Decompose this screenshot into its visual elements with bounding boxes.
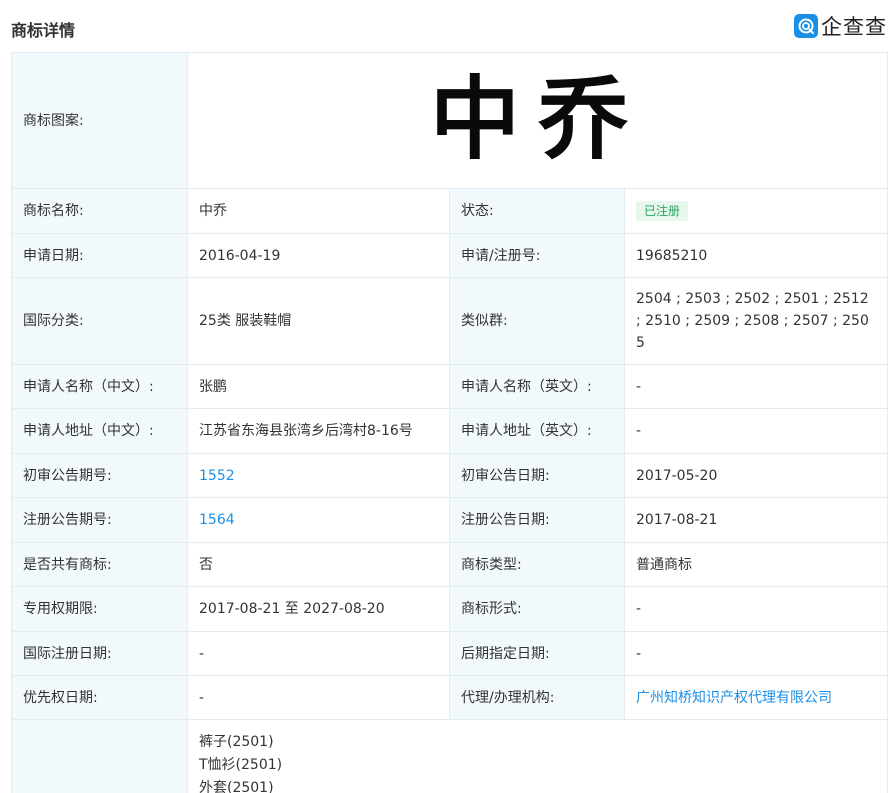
value-similar-group: 2504 ; 2503 ; 2502 ; 2501 ; 2512 ; 2510 … (623, 277, 889, 365)
table-row: 初审公告期号: 1552 初审公告日期: 2017-05-20 (11, 453, 889, 498)
label-shared: 是否共有商标: (11, 542, 188, 587)
table-row: 是否共有商标: 否 商标类型: 普通商标 (11, 542, 889, 587)
label-intl-reg-date: 国际注册日期: (11, 631, 188, 676)
label-applicant-cn: 申请人名称（中文）: (11, 364, 188, 409)
label-goods (11, 719, 188, 793)
table-row: 商标名称: 中乔 状态: 已注册 (11, 188, 889, 234)
prelim-issue-link[interactable]: 1552 (199, 468, 235, 484)
value-apply-date: 2016-04-19 (187, 233, 450, 278)
value-later-designation: - (623, 631, 889, 676)
label-prelim-issue: 初审公告期号: (11, 453, 188, 498)
label-later-designation: 后期指定日期: (449, 631, 625, 676)
value-prelim-issue: 1552 (187, 453, 450, 498)
header: 商标详情 企查查 (0, 0, 893, 52)
table-row: 申请日期: 2016-04-19 申请/注册号: 19685210 (11, 233, 889, 278)
value-intl-reg-date: - (187, 631, 450, 676)
value-applicant-en: - (623, 364, 889, 409)
section-title: 商标详情 (11, 21, 76, 40)
label-intl-class: 国际分类: (11, 277, 188, 365)
list-item: 裤子(2501) (199, 734, 274, 750)
value-address-en: - (623, 408, 889, 454)
value-name: 中乔 (187, 188, 450, 234)
table-row: 国际注册日期: - 后期指定日期: - (11, 631, 889, 676)
value-status: 已注册 (623, 188, 889, 234)
table-row: 专用权期限: 2017-08-21 至 2027-08-20 商标形式: - (11, 586, 889, 632)
label-apply-date: 申请日期: (11, 233, 188, 278)
value-prelim-date: 2017-05-20 (623, 453, 889, 498)
table-row: 优先权日期: - 代理/办理机构: 广州知桥知识产权代理有限公司 (11, 675, 889, 720)
brand-name: 企查查 (821, 15, 887, 39)
value-applicant-cn: 张鹏 (187, 364, 450, 409)
trademark-calligraphy-image: 中乔 (430, 66, 646, 172)
value-trademark-image: 中乔 (186, 52, 889, 189)
qichacha-logo-icon (794, 14, 818, 38)
brand-logo[interactable]: 企查查 (794, 12, 887, 40)
table-row: 国际分类: 25类 服装鞋帽 类似群: 2504 ; 2503 ; 2502 ;… (11, 277, 889, 365)
label-tm-type: 商标类型: (449, 542, 625, 587)
value-intl-class: 25类 服装鞋帽 (187, 277, 450, 365)
value-tm-form: - (623, 586, 889, 632)
table-row: 申请人地址（中文）: 江苏省东海县张湾乡后湾村8-16号 申请人地址（英文）: … (11, 408, 889, 454)
table-row: 注册公告期号: 1564 注册公告日期: 2017-08-21 (11, 497, 889, 543)
value-goods: 裤子(2501) T恤衫(2501) 外套(2501) (186, 719, 889, 793)
label-reg-no: 申请/注册号: (449, 233, 625, 278)
table-row: 申请人名称（中文）: 张鹏 申请人名称（英文）: - (11, 364, 889, 409)
value-priority-date: - (187, 675, 450, 720)
trademark-detail-table: 商标图案: 中乔 商标名称: 中乔 状态: 已注册 申请日期: 2016-04-… (11, 52, 889, 793)
label-tm-form: 商标形式: (449, 586, 625, 632)
value-shared: 否 (187, 542, 450, 587)
label-prelim-date: 初审公告日期: (449, 453, 625, 498)
value-reg-no: 19685210 (623, 233, 889, 278)
row-goods: 裤子(2501) T恤衫(2501) 外套(2501) (11, 719, 889, 793)
value-address-cn: 江苏省东海县张湾乡后湾村8-16号 (187, 408, 450, 454)
label-exclusive-period: 专用权期限: (11, 586, 188, 632)
row-trademark-image: 商标图案: 中乔 (11, 52, 889, 189)
trademark-image: 中乔 (199, 53, 876, 188)
label-applicant-en: 申请人名称（英文）: (449, 364, 625, 409)
list-item: T恤衫(2501) (199, 757, 283, 773)
value-tm-type: 普通商标 (623, 542, 889, 587)
label-similar-group: 类似群: (449, 277, 625, 365)
goods-list: 裤子(2501) T恤衫(2501) 外套(2501) (199, 721, 876, 793)
label-trademark-image: 商标图案: (11, 52, 188, 189)
status-badge: 已注册 (636, 201, 689, 221)
label-agent: 代理/办理机构: (449, 675, 625, 720)
label-reg-issue: 注册公告期号: (11, 497, 188, 543)
trademark-calligraphy-text: 中乔 (430, 66, 646, 172)
label-priority-date: 优先权日期: (11, 675, 188, 720)
value-agent: 广州知桥知识产权代理有限公司 (623, 675, 889, 720)
label-status: 状态: (449, 188, 625, 234)
label-name: 商标名称: (11, 188, 188, 234)
agent-link[interactable]: 广州知桥知识产权代理有限公司 (636, 690, 832, 706)
value-reg-issue: 1564 (187, 497, 450, 543)
list-item: 外套(2501) (199, 780, 274, 793)
label-address-cn: 申请人地址（中文）: (11, 408, 188, 454)
value-reg-date: 2017-08-21 (623, 497, 889, 543)
label-reg-date: 注册公告日期: (449, 497, 625, 543)
label-address-en: 申请人地址（英文）: (449, 408, 625, 454)
value-exclusive-period: 2017-08-21 至 2027-08-20 (187, 586, 450, 632)
reg-issue-link[interactable]: 1564 (199, 512, 235, 528)
